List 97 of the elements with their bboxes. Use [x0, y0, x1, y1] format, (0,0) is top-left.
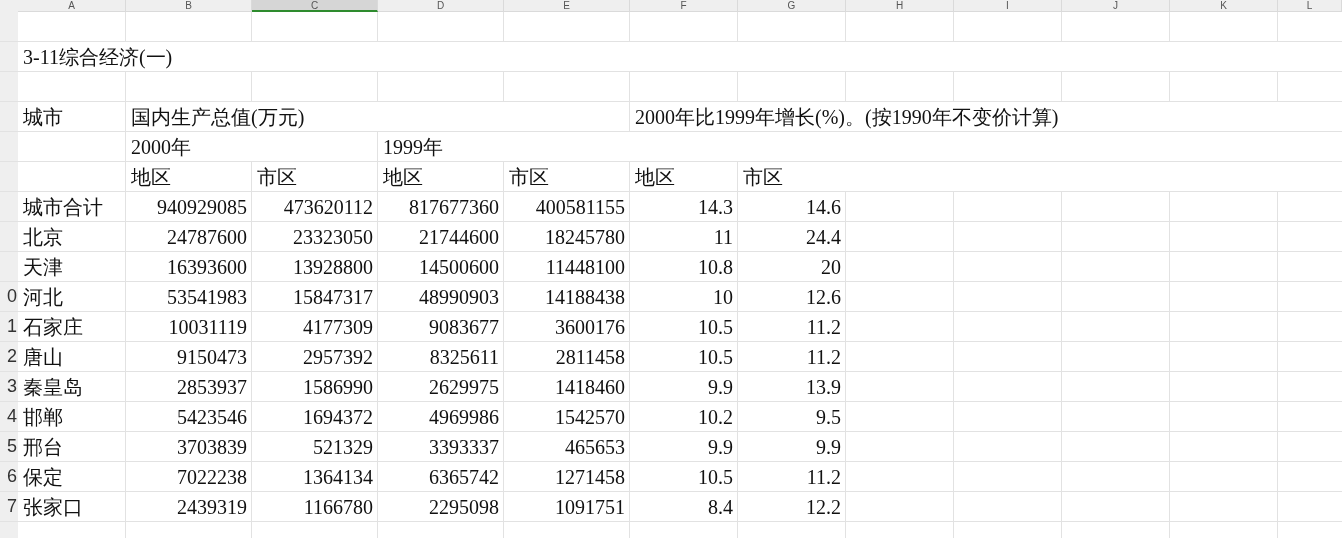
table-cell-text: 24.4: [805, 225, 842, 250]
table-cell-text: 北京: [22, 225, 64, 250]
row-header[interactable]: 1: [0, 312, 18, 342]
table-cell-text: 10.5: [697, 315, 734, 340]
table-cell-text: 6365742: [428, 465, 500, 490]
table-cell-text: 24787600: [166, 225, 248, 250]
table-cell-text: 7022238: [176, 465, 248, 490]
table-cell-text: 8325611: [428, 345, 500, 370]
table-cell-text: 21744600: [418, 225, 500, 250]
table-cell-text: 10.2: [697, 405, 734, 430]
table-cell-text: 河北: [22, 285, 64, 310]
column-header[interactable]: E: [504, 0, 630, 12]
table-cell-text: 1542570: [554, 405, 626, 430]
table-cell-text: 18245780: [544, 225, 626, 250]
table-cell-text: 3703839: [176, 435, 248, 460]
table-cell-text: 3393337: [428, 435, 500, 460]
table-cell-text: 10.8: [697, 255, 734, 280]
table-cell-text: 邢台: [22, 435, 64, 460]
table-cell-text: 465653: [564, 435, 626, 460]
table-cell-text: 14500600: [418, 255, 500, 280]
column-header[interactable]: G: [738, 0, 846, 12]
table-cell-text: 11448100: [544, 255, 626, 280]
table-cell-text: 9.9: [815, 435, 842, 460]
table-cell-text: 473620112: [282, 195, 374, 220]
table-cell-text: 11.2: [805, 345, 842, 370]
table-cell-text: 12.2: [805, 495, 842, 520]
row-header[interactable]: 2: [0, 342, 18, 372]
table-cell-text: 521329: [312, 435, 374, 460]
table-cell-text: 1418460: [554, 375, 626, 400]
table-cell-text: 11: [712, 225, 734, 250]
table-cell-text: 15847317: [292, 285, 374, 310]
table-cell-text: 2295098: [428, 495, 500, 520]
table-cell-text: 邯郸: [22, 405, 64, 430]
row-header[interactable]: 6: [0, 462, 18, 492]
table-cell-text: 2811458: [554, 345, 626, 370]
table-cell-text: 14.3: [697, 195, 734, 220]
table-cell-text: 1364134: [302, 465, 374, 490]
table-cell-text: 9.9: [707, 375, 734, 400]
table-cell-text: 8.4: [707, 495, 734, 520]
table-cell-text: 9150473: [176, 345, 248, 370]
table-cell-text: 1694372: [302, 405, 374, 430]
table-cell-text: 13.9: [805, 375, 842, 400]
table-cell-text: 2853937: [176, 375, 248, 400]
table-cell-text: 唐山: [22, 345, 64, 370]
column-header[interactable]: D: [378, 0, 504, 12]
table-cell-text: 20: [820, 255, 842, 280]
table-cell-text: 5423546: [176, 405, 248, 430]
table-cell-text: 1166780: [302, 495, 374, 520]
table-cell-text: 1091751: [554, 495, 626, 520]
table-cell-text: 保定: [22, 465, 64, 490]
column-header[interactable]: B: [126, 0, 252, 12]
table-cell-text: 16393600: [166, 255, 248, 280]
column-header[interactable]: K: [1170, 0, 1278, 12]
table-cell-text: 秦皇岛: [22, 375, 84, 400]
table-cell-text: 14.6: [805, 195, 842, 220]
row-header[interactable]: 3: [0, 372, 18, 402]
table-cell-text: 10031119: [167, 315, 248, 340]
column-header[interactable]: L: [1278, 0, 1342, 12]
row-header[interactable]: 4: [0, 402, 18, 432]
table-cell-text: 940929085: [156, 195, 248, 220]
table-cell-text: 2629975: [428, 375, 500, 400]
table-cell-text: 2957392: [302, 345, 374, 370]
table-cell-text: 2439319: [176, 495, 248, 520]
row-header[interactable]: 7: [0, 492, 18, 522]
table-cell-text: 10.5: [697, 345, 734, 370]
table-cell-text: 10.5: [697, 465, 734, 490]
table-cell-text: 4969986: [428, 405, 500, 430]
column-header[interactable]: H: [846, 0, 954, 12]
table-cell-text: 石家庄: [22, 315, 84, 340]
table-cell-text: 23323050: [292, 225, 374, 250]
table-cell-text: 12.6: [805, 285, 842, 310]
row-header[interactable]: 5: [0, 432, 18, 462]
row-header[interactable]: 0: [0, 282, 18, 312]
table-cell-text: 1271458: [554, 465, 626, 490]
column-header[interactable]: A: [18, 0, 126, 12]
table-cell-text: 10: [712, 285, 734, 310]
table-cell-text: 天津: [22, 255, 64, 280]
table-cell-text: 1586990: [302, 375, 374, 400]
table-cell-text: 817677360: [408, 195, 500, 220]
table-cell-text: 张家口: [22, 495, 84, 520]
table-cell-text: 48990903: [418, 285, 500, 310]
table-cell-text: 3600176: [554, 315, 626, 340]
table-cell-text: 53541983: [166, 285, 248, 310]
column-header[interactable]: J: [1062, 0, 1170, 12]
table-cell-text: 城市合计: [22, 195, 104, 220]
column-header[interactable]: C: [252, 0, 378, 12]
table-cell-text: 4177309: [302, 315, 374, 340]
table-cell-text: 400581155: [534, 195, 626, 220]
table-cell-text: 9083677: [428, 315, 500, 340]
column-header[interactable]: F: [630, 0, 738, 12]
column-header[interactable]: I: [954, 0, 1062, 12]
table-cell-text: 11.2: [805, 315, 842, 340]
table-cell-text: 14188438: [544, 285, 626, 310]
table-cell-text: 9.5: [815, 405, 842, 430]
table-cell-text: 13928800: [292, 255, 374, 280]
table-cell-text: 9.9: [707, 435, 734, 460]
table-cell-text: 11.2: [805, 465, 842, 490]
